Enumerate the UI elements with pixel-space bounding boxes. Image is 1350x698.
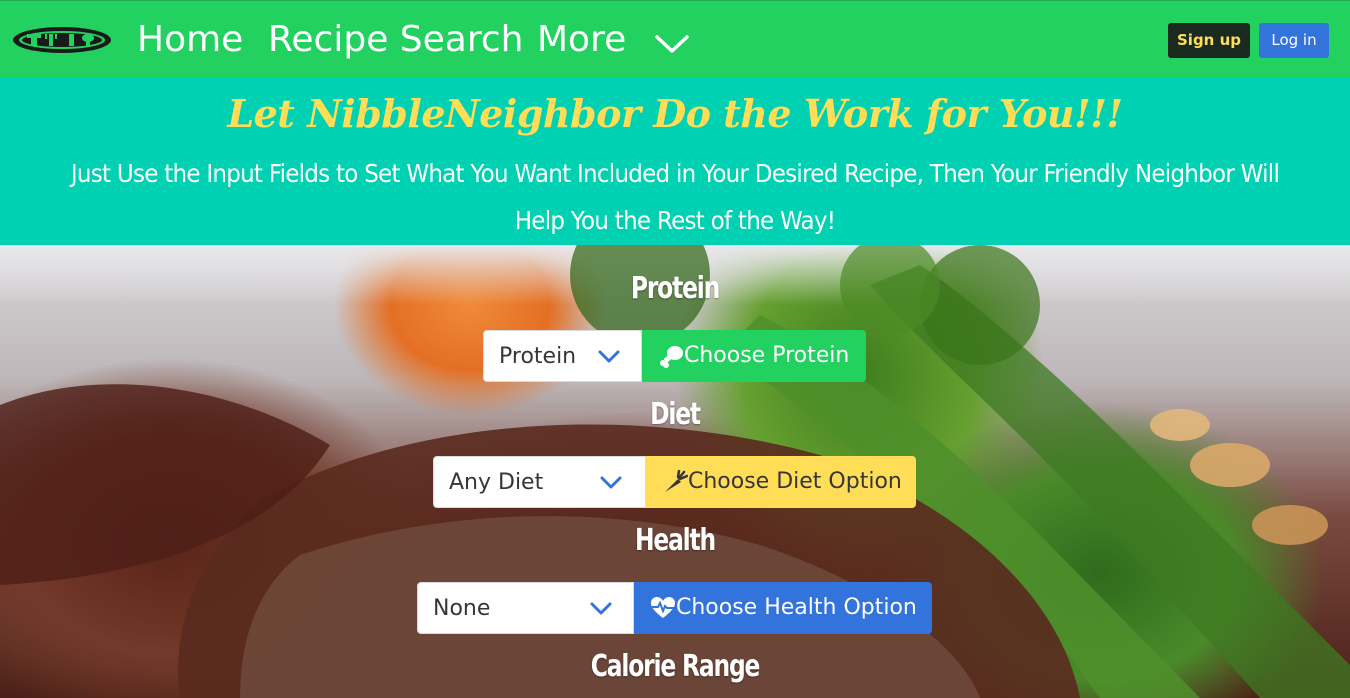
hero-banner: Let NibbleNeighbor Do the Work for You!!… (0, 78, 1350, 245)
heartbeat-icon (651, 597, 675, 618)
top-navbar: Home Recipe Search More Sign up Log in (0, 0, 1350, 78)
food-background-image: Protein Protein Choose Protein Diet Any … (0, 245, 1350, 698)
hero-subtitle: Just Use the Input Fields to Set What Yo… (70, 159, 1280, 235)
nav-home-link[interactable]: Home (137, 18, 243, 62)
nav-more-dropdown[interactable]: More (537, 18, 626, 62)
signup-button[interactable]: Sign up (1168, 23, 1250, 58)
protein-select-value: Protein (499, 344, 577, 369)
choose-diet-label: Choose Diet Option (688, 469, 902, 494)
choose-health-button[interactable]: Choose Health Option (634, 582, 932, 634)
health-label: Health (634, 523, 716, 558)
protein-label: Protein (630, 271, 720, 306)
utensils-logo-icon[interactable] (11, 25, 113, 55)
login-button[interactable]: Log in (1259, 23, 1329, 58)
protein-select[interactable]: Protein (483, 330, 642, 382)
drumstick-icon (660, 346, 683, 368)
health-select-value: None (433, 596, 491, 621)
carrot-icon (665, 470, 688, 492)
diet-select[interactable]: Any Diet (433, 456, 646, 508)
chevron-down-icon[interactable] (654, 33, 690, 55)
health-select[interactable]: None (417, 582, 634, 634)
diet-select-value: Any Diet (449, 470, 544, 495)
chevron-down-icon (590, 602, 612, 615)
calorie-range-label: Calorie Range (590, 649, 761, 684)
choose-diet-button[interactable]: Choose Diet Option (646, 456, 916, 508)
choose-protein-button[interactable]: Choose Protein (642, 330, 866, 382)
nav-recipe-search-link[interactable]: Recipe Search (268, 18, 523, 62)
choose-health-label: Choose Health Option (676, 595, 917, 620)
diet-label: Diet (650, 397, 701, 432)
chevron-down-icon (598, 350, 620, 363)
choose-protein-label: Choose Protein (684, 343, 850, 368)
chevron-down-icon (600, 476, 622, 489)
hero-title: Let NibbleNeighbor Do the Work for You!!… (227, 91, 1123, 136)
